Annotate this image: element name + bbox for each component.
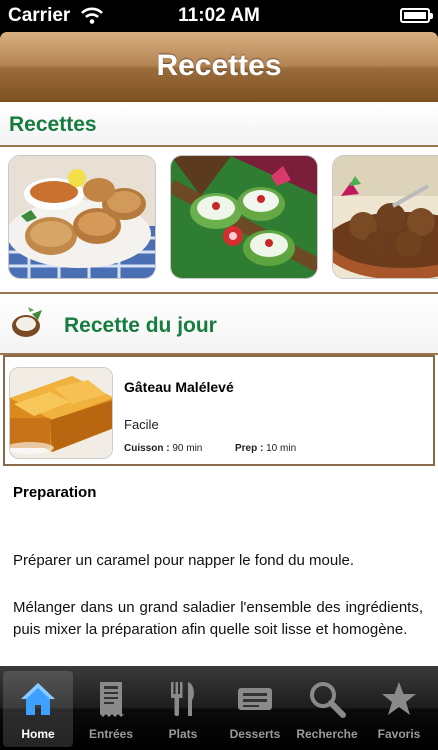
tab-home[interactable]: Home: [3, 671, 73, 747]
carousel-item-fish-cakes[interactable]: [8, 155, 156, 279]
carousel-item-stuffed-cucumbers[interactable]: [170, 155, 318, 279]
cooking-time: Cuisson : 90 min: [124, 443, 202, 454]
coconut-icon: [10, 306, 46, 345]
tab-label: Favoris: [377, 727, 421, 741]
home-icon: [18, 679, 58, 719]
recette-du-jour-title: Recette du jour: [64, 314, 217, 337]
page-title: Recettes: [156, 49, 282, 82]
tab-entrees[interactable]: Entrées: [76, 671, 146, 747]
prep-time-value: 10 min: [266, 443, 297, 454]
status-bar: Carrier 11:02 AM: [0, 0, 438, 32]
recipe-of-the-day-card[interactable]: Gâteau Malélevé Facile Cuisson : 90 min …: [3, 355, 435, 466]
preparation-title: Preparation: [13, 484, 97, 501]
tray-icon: [235, 679, 275, 719]
tab-bar: Home Entrées Plats Desserts Recherche Fa…: [0, 666, 438, 750]
tab-recherche[interactable]: Recherche: [292, 671, 362, 747]
status-time: 11:02 AM: [178, 5, 260, 26]
prep-time-label: Prep :: [235, 443, 264, 454]
recette-du-jour-header: Recette du jour: [0, 294, 438, 354]
recettes-section-header: Recettes: [0, 102, 438, 146]
recipe-photo: [9, 367, 113, 459]
carousel-item-meatballs[interactable]: [332, 155, 438, 279]
preparation-step: Mélanger dans un grand saladier l'ensemb…: [13, 599, 423, 638]
tab-plats[interactable]: Plats: [148, 671, 218, 747]
battery-icon: [400, 8, 433, 23]
navigation-bar: Recettes: [0, 32, 438, 102]
fork-knife-icon: [163, 679, 203, 719]
recipe-difficulty: Facile: [124, 417, 159, 432]
tab-label: Recherche: [296, 727, 358, 741]
menu-card-icon: [91, 679, 131, 719]
tab-label: Entrées: [88, 727, 134, 741]
recipe-carousel[interactable]: [0, 147, 438, 292]
search-icon: [307, 679, 347, 719]
recettes-section-title: Recettes: [9, 113, 97, 136]
tab-favoris[interactable]: Favoris: [364, 671, 434, 747]
tab-label: Plats: [168, 727, 198, 741]
scroll-content[interactable]: Recettes Recette du jour Gâteau Malélevé…: [0, 102, 438, 666]
cooking-time-value: 90 min: [172, 443, 203, 454]
preparation-step: Préparer un caramel pour napper le fond …: [13, 552, 355, 569]
cooking-time-label: Cuisson :: [124, 443, 170, 454]
prep-time: Prep : 10 min: [235, 443, 296, 454]
star-icon: [379, 679, 419, 719]
tab-desserts[interactable]: Desserts: [220, 671, 290, 747]
recipe-name: Gâteau Malélevé: [124, 379, 234, 395]
tab-label: Desserts: [229, 727, 281, 741]
tab-label: Home: [21, 727, 55, 741]
